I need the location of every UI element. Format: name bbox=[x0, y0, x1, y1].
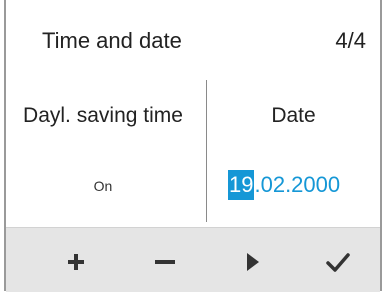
date-rest: .02.2000 bbox=[254, 172, 341, 197]
plus-button[interactable] bbox=[56, 242, 96, 282]
checkmark-icon bbox=[326, 253, 350, 272]
date-day-selected[interactable]: 19 bbox=[228, 170, 255, 200]
plus-icon bbox=[68, 254, 84, 270]
page-counter: 4/4 bbox=[335, 28, 366, 53]
play-icon bbox=[247, 253, 259, 271]
header: Time and date 4/4 bbox=[6, 0, 380, 80]
daylight-saving-value[interactable]: On bbox=[6, 176, 200, 196]
date-heading: Date bbox=[271, 104, 316, 127]
device-screen: Time and date 4/4 Dayl. saving time On D… bbox=[4, 0, 382, 292]
minus-icon bbox=[155, 260, 175, 264]
page-title: Time and date bbox=[42, 28, 182, 53]
column-divider bbox=[206, 80, 207, 222]
next-button[interactable] bbox=[232, 242, 272, 282]
daylight-saving-heading: Dayl. saving time bbox=[23, 104, 183, 127]
confirm-button[interactable] bbox=[318, 242, 358, 282]
date-field[interactable]: 19.02.2000 bbox=[228, 170, 340, 200]
minus-button[interactable] bbox=[145, 242, 185, 282]
toolbar bbox=[6, 227, 380, 292]
